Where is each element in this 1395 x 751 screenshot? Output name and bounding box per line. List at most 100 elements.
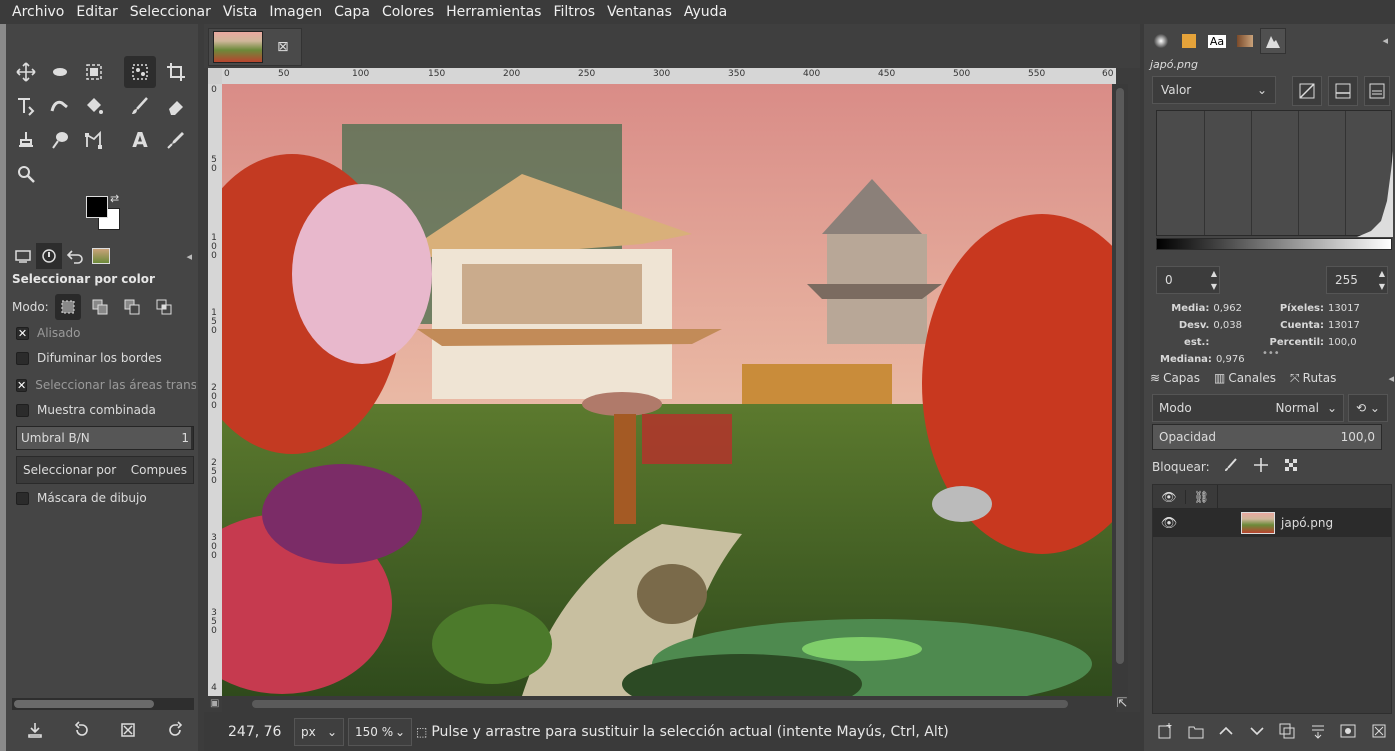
patterns-tab-icon[interactable] bbox=[1176, 28, 1202, 54]
draw-mask-checkbox[interactable] bbox=[16, 491, 29, 505]
paths-tool-icon[interactable] bbox=[78, 124, 110, 156]
menu-capa[interactable]: Capa bbox=[328, 4, 376, 20]
restore-options-icon[interactable] bbox=[73, 720, 91, 742]
menu-ventanas[interactable]: Ventanas bbox=[601, 4, 678, 20]
feather-checkbox[interactable] bbox=[16, 351, 29, 365]
close-tab-icon[interactable]: ⊠ bbox=[277, 39, 289, 55]
duplicate-layer-icon[interactable] bbox=[1278, 722, 1296, 743]
lock-pixels-icon[interactable] bbox=[1222, 456, 1240, 477]
save-options-icon[interactable] bbox=[26, 721, 44, 742]
canvas-vertical-scrollbar[interactable] bbox=[1112, 84, 1128, 696]
zoom-tool-icon[interactable] bbox=[10, 158, 42, 190]
opacity-slider[interactable]: Opacidad 100,0 bbox=[1152, 424, 1382, 450]
composite-mode-button[interactable]: ⟲ ⌄ bbox=[1348, 394, 1388, 422]
document-history-tab-icon[interactable] bbox=[1232, 28, 1258, 54]
sample-merged-option[interactable]: Muestra combinada bbox=[16, 403, 156, 417]
text-tool-icon[interactable]: A bbox=[124, 124, 156, 156]
mode-replace-icon[interactable] bbox=[54, 294, 81, 320]
unit-dropdown[interactable]: px ⌄ bbox=[294, 717, 344, 746]
log-histogram-icon[interactable] bbox=[1328, 76, 1358, 106]
threshold-slider[interactable]: Umbral B/N 1 bbox=[16, 426, 194, 450]
select-transparent-checkbox[interactable]: ✕ bbox=[16, 378, 28, 392]
spin-arrows-icon[interactable]: ▲ ▼ bbox=[1211, 267, 1217, 293]
histogram-gradient-bar[interactable] bbox=[1156, 238, 1392, 250]
layer-name[interactable]: japó.png bbox=[1281, 516, 1333, 530]
histogram-graph[interactable] bbox=[1156, 110, 1393, 237]
warp-tool-icon[interactable] bbox=[78, 56, 110, 88]
menu-archivo[interactable]: Archivo bbox=[6, 4, 70, 20]
merge-layer-icon[interactable] bbox=[1309, 722, 1327, 743]
canvas-horizontal-scrollbar[interactable]: ▣ bbox=[210, 696, 1116, 712]
menu-seleccionar[interactable]: Seleccionar bbox=[124, 4, 217, 20]
raise-layer-icon[interactable] bbox=[1217, 722, 1235, 743]
select-by-dropdown[interactable]: Seleccionar por Compues bbox=[16, 456, 194, 484]
zoom-dropdown[interactable]: 150 % ⌄ bbox=[348, 717, 412, 746]
top-ruler[interactable]: 0 50 100 150 200 250 300 350 400 450 500… bbox=[222, 68, 1116, 84]
ruler-corner[interactable] bbox=[208, 68, 222, 84]
device-status-tab-icon[interactable] bbox=[36, 243, 62, 269]
sample-merged-checkbox[interactable] bbox=[16, 403, 29, 417]
tab-menu-icon[interactable]: ◂ bbox=[1388, 372, 1394, 385]
new-layer-group-icon[interactable] bbox=[1187, 722, 1205, 743]
move-tool-icon[interactable] bbox=[10, 56, 42, 88]
range-low-spinner[interactable]: 0 ▲ ▼ bbox=[1156, 266, 1220, 294]
left-ruler[interactable]: 0 5 0 1 0 0 1 5 0 2 0 0 2 5 0 3 0 0 3 5 … bbox=[208, 84, 222, 696]
bucket-fill-tool-icon[interactable] bbox=[78, 90, 110, 122]
histogram-scale-icon[interactable] bbox=[1364, 76, 1390, 106]
tool-options-tab-icon[interactable] bbox=[10, 243, 36, 269]
dock-resize-handle[interactable]: ••• bbox=[1262, 348, 1280, 359]
fonts-tab-icon[interactable]: Aa bbox=[1204, 28, 1230, 54]
mode-add-icon[interactable] bbox=[87, 294, 113, 320]
draw-mask-option[interactable]: Máscara de dibujo bbox=[16, 491, 147, 505]
linear-histogram-icon[interactable] bbox=[1292, 76, 1322, 106]
fg-bg-color-swatches[interactable]: ⇄ bbox=[80, 192, 128, 238]
menu-editar[interactable]: Editar bbox=[70, 4, 123, 20]
select-transparent-option[interactable]: ✕ Seleccionar las áreas transpa bbox=[16, 378, 196, 392]
eraser-tool-icon[interactable] bbox=[160, 90, 192, 122]
brushes-tab-icon[interactable] bbox=[1148, 28, 1174, 54]
menu-imagen[interactable]: Imagen bbox=[263, 4, 328, 20]
vertical-scroll-thumb[interactable] bbox=[1116, 88, 1124, 664]
crop-tool-icon[interactable] bbox=[160, 56, 192, 88]
lock-position-icon[interactable] bbox=[1252, 456, 1270, 477]
tab-menu-icon[interactable]: ◂ bbox=[1382, 28, 1388, 56]
antialias-option[interactable]: ✕ Alisado bbox=[16, 326, 80, 340]
image-canvas[interactable] bbox=[222, 84, 1112, 696]
mode-subtract-icon[interactable] bbox=[119, 294, 145, 320]
range-high-spinner[interactable]: 255 ▲ ▼ bbox=[1326, 266, 1388, 294]
warp-transform-tool-icon[interactable] bbox=[44, 90, 76, 122]
undo-history-tab-icon[interactable] bbox=[62, 243, 88, 269]
layer-visibility-eye-icon[interactable]: 👁 bbox=[1153, 516, 1185, 531]
antialias-checkbox[interactable]: ✕ bbox=[16, 326, 29, 340]
histogram-channel-dropdown[interactable]: Valor ⌄ bbox=[1152, 76, 1276, 104]
images-tab-icon[interactable] bbox=[88, 243, 114, 269]
layer-row[interactable]: 👁 japó.png bbox=[1153, 509, 1391, 537]
tool-options-scrollbar[interactable] bbox=[12, 698, 194, 710]
tab-menu-icon[interactable]: ◂ bbox=[186, 250, 192, 263]
navigate-icon[interactable]: ⇱ bbox=[1114, 696, 1130, 712]
tab-rutas[interactable]: ⤧ Rutas bbox=[1288, 369, 1338, 388]
new-layer-icon[interactable] bbox=[1156, 722, 1174, 743]
delete-options-icon[interactable] bbox=[119, 721, 137, 742]
menu-vista[interactable]: Vista bbox=[217, 4, 264, 20]
scrollbar-thumb[interactable] bbox=[14, 700, 154, 708]
delete-layer-icon[interactable] bbox=[1370, 722, 1388, 743]
histogram-tab-icon[interactable] bbox=[1260, 28, 1286, 54]
foreground-color-swatch[interactable] bbox=[86, 196, 108, 218]
mode-intersect-icon[interactable] bbox=[151, 294, 177, 320]
lower-layer-icon[interactable] bbox=[1248, 722, 1266, 743]
quick-mask-toggle-icon[interactable]: ▣ bbox=[210, 698, 219, 709]
lock-alpha-icon[interactable] bbox=[1282, 456, 1300, 477]
menu-ayuda[interactable]: Ayuda bbox=[678, 4, 733, 20]
menu-filtros[interactable]: Filtros bbox=[547, 4, 601, 20]
smudge-tool-icon[interactable] bbox=[44, 124, 76, 156]
layer-mode-dropdown[interactable]: Modo Normal ⌄ bbox=[1152, 394, 1344, 422]
rect-select-tool-icon[interactable] bbox=[44, 56, 76, 88]
feather-option[interactable]: Difuminar los bordes bbox=[16, 351, 162, 365]
image-tab[interactable]: ⊠ bbox=[208, 28, 302, 66]
select-by-color-tool-icon[interactable] bbox=[124, 56, 156, 88]
tab-canales[interactable]: ▥ Canales bbox=[1212, 369, 1278, 387]
horizontal-scroll-thumb[interactable] bbox=[252, 700, 1068, 708]
reset-options-icon[interactable] bbox=[166, 720, 184, 742]
menu-colores[interactable]: Colores bbox=[376, 4, 440, 20]
